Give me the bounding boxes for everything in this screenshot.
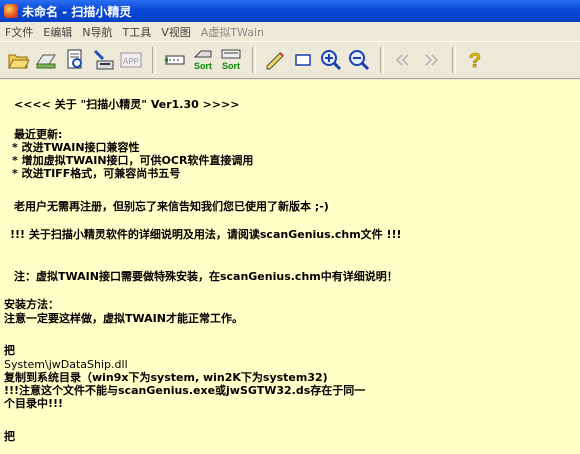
- install-line: 注意一定要这样做，虚拟TWAIN才能正常工作。: [4, 312, 243, 325]
- menu-view[interactable]: V视图: [156, 24, 196, 40]
- toolbar-separator: [252, 47, 256, 73]
- twain-install-note: 注：虚拟TWAIN接口需要做特殊安装，在scanGenius.chm中有详细说明…: [14, 270, 398, 283]
- install-line: System\jwDataShip.dll: [4, 358, 128, 371]
- rectangle-button[interactable]: [290, 47, 316, 73]
- install-line: 个目录中!!!: [4, 397, 64, 410]
- app-window: 未命名 - 扫描小精灵 F文件 E编辑 N导航 T工具 V视图 A虚拟TWain…: [0, 0, 580, 454]
- open-button[interactable]: [6, 47, 32, 73]
- menu-virtual-twain[interactable]: A虚拟TWain: [196, 24, 269, 40]
- menu-file[interactable]: F文件: [0, 24, 38, 40]
- menu-navigate[interactable]: N导航: [77, 24, 117, 40]
- update-item: * 改进TIFF格式，可兼容尚书五号: [12, 167, 181, 180]
- documentation-note: !!! 关于扫描小精灵软件的详细说明及用法，请阅读scanGenius.chm文…: [10, 228, 402, 241]
- help-icon: ?: [469, 50, 482, 71]
- prev-button[interactable]: [390, 47, 416, 73]
- update-title: 最近更新:: [14, 128, 63, 141]
- app-icon: APP: [120, 52, 142, 68]
- app-icon-label: APP: [123, 57, 139, 66]
- install-line: 复制到系统目录（win9x下为system, win2K下为system32): [4, 371, 328, 384]
- help-button[interactable]: ?: [462, 47, 488, 73]
- toolbar: APP Sort Sort ?: [0, 41, 580, 79]
- app-button[interactable]: APP: [118, 47, 144, 73]
- preview-button[interactable]: [62, 47, 88, 73]
- sort-button[interactable]: Sort: [190, 47, 216, 73]
- sort-all-icon: Sort: [221, 49, 241, 71]
- toolbar-separator: [152, 47, 156, 73]
- install-title: 安装方法：: [4, 298, 59, 311]
- sort-icon: Sort: [193, 50, 212, 71]
- acquire-button[interactable]: [90, 47, 116, 73]
- acquire-icon: [93, 49, 114, 70]
- update-item: * 增加虚拟TWAIN接口，可供OCR软件直接调用: [12, 154, 254, 167]
- sort-all-icon-label: Sort: [222, 61, 240, 71]
- toolbar-separator: [380, 47, 384, 73]
- menu-tools[interactable]: T工具: [118, 24, 157, 40]
- window-title: 未命名 - 扫描小精灵: [22, 4, 132, 19]
- preview-icon: [67, 49, 82, 69]
- crop-button[interactable]: [162, 47, 188, 73]
- install-line: 把: [4, 430, 15, 443]
- scanner-button[interactable]: [34, 47, 60, 73]
- next-icon: [425, 54, 439, 66]
- title-bar[interactable]: 未命名 - 扫描小精灵: [0, 0, 580, 22]
- rectangle-icon: [295, 54, 311, 66]
- pencil-icon: [266, 52, 284, 70]
- app-logo-icon: [4, 4, 18, 18]
- next-button[interactable]: [418, 47, 444, 73]
- document-text-area[interactable]: <<<< 关于 "扫描小精灵" Ver1.30 >>>> 最近更新: * 改进T…: [0, 80, 580, 454]
- crop-icon: [164, 55, 185, 65]
- menu-bar: F文件 E编辑 N导航 T工具 V视图 A虚拟TWain: [0, 22, 580, 41]
- sort-icon-label: Sort: [194, 61, 212, 71]
- sort-all-button[interactable]: Sort: [218, 47, 244, 73]
- prev-icon: [395, 54, 409, 66]
- pencil-button[interactable]: [262, 47, 288, 73]
- free-upgrade-note: 老用户无需再注册，但别忘了来信告知我们您已使用了新版本 ;-): [14, 200, 329, 213]
- zoom-in-icon: [321, 50, 342, 71]
- zoom-in-button[interactable]: [318, 47, 344, 73]
- svg-text:?: ?: [469, 50, 481, 71]
- zoom-out-button[interactable]: [346, 47, 372, 73]
- install-line: 把: [4, 344, 15, 357]
- toolbar-separator: [452, 47, 456, 73]
- install-line: !!!注意这个文件不能与scanGenius.exe或jwSGTW32.ds存在…: [4, 384, 366, 397]
- about-header: <<<< 关于 "扫描小精灵" Ver1.30 >>>>: [14, 98, 240, 111]
- zoom-out-icon: [349, 50, 370, 71]
- scanner-icon: [36, 54, 56, 69]
- update-item: * 改进TWAIN接口兼容性: [12, 141, 140, 154]
- menu-edit[interactable]: E编辑: [38, 24, 77, 40]
- open-icon: [8, 54, 30, 69]
